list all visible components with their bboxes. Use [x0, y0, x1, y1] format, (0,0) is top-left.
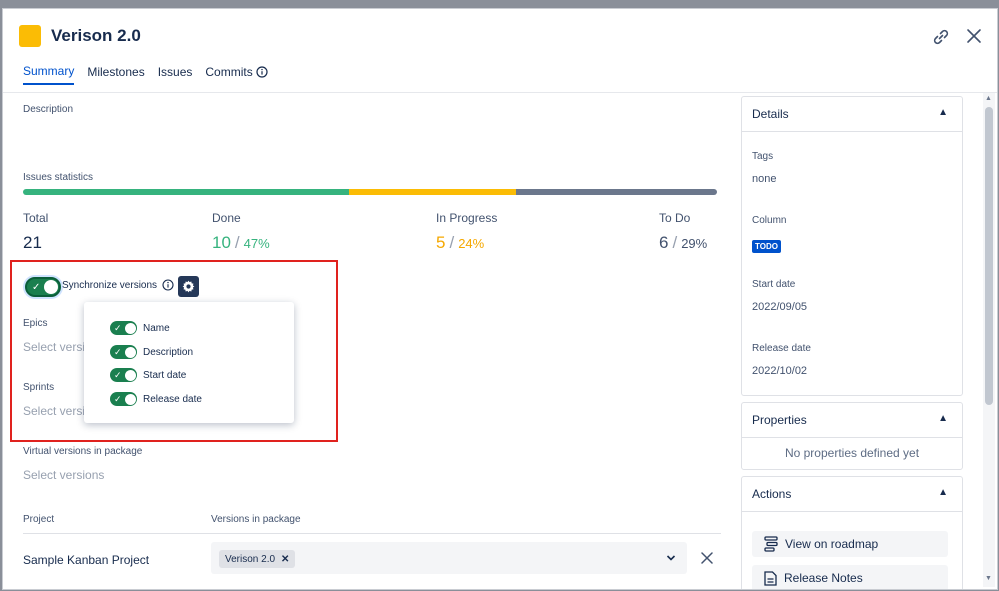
- actions-panel: Actions ▲ View on roadmap Release Notes: [741, 476, 963, 589]
- version-chip: Verison 2.0 ✕: [219, 550, 296, 568]
- tags-value: none: [752, 173, 777, 185]
- total-label: Total: [23, 211, 49, 225]
- done-value: 10/47%: [212, 233, 270, 252]
- description-label: Description: [23, 104, 74, 115]
- done-label: Done: [212, 211, 241, 225]
- table-row-project: Sample Kanban Project: [23, 553, 150, 567]
- bar-todo-segment: [515, 189, 717, 195]
- release-notes-button[interactable]: Release Notes: [752, 565, 948, 589]
- details-panel: Details ▲ Tags none Column TODO Start da…: [741, 96, 963, 396]
- info-icon[interactable]: [256, 66, 268, 78]
- version-icon: [19, 25, 41, 47]
- tags-label: Tags: [752, 151, 774, 162]
- in-progress-value: 5/24%: [436, 233, 485, 252]
- chip-remove-icon[interactable]: ✕: [281, 554, 289, 565]
- view-on-roadmap-button[interactable]: View on roadmap: [752, 531, 948, 557]
- release-date-value: 2022/10/02: [752, 365, 808, 377]
- tab-summary[interactable]: Summary: [23, 64, 75, 85]
- virtual-versions-label: Virtual versions in package: [23, 446, 143, 457]
- table-divider: [23, 533, 721, 534]
- issues-statistics-label: Issues statistics: [23, 172, 94, 183]
- roadmap-icon: [764, 536, 778, 552]
- tab-milestones[interactable]: Milestones: [87, 64, 144, 85]
- close-icon[interactable]: [964, 26, 984, 46]
- chevron-up-icon[interactable]: ▲: [938, 487, 948, 498]
- highlight-box: [10, 260, 338, 442]
- chevron-up-icon[interactable]: ▲: [938, 413, 948, 424]
- virtual-versions-select[interactable]: Select versions: [23, 468, 104, 482]
- link-icon[interactable]: [931, 27, 951, 47]
- tab-bar: Summary Milestones Issues Commits: [23, 64, 281, 85]
- issues-progress-bar: [23, 189, 717, 195]
- scroll-down-icon[interactable]: ▼: [985, 575, 992, 582]
- project-column-header: Project: [23, 514, 55, 525]
- todo-label: To Do: [659, 211, 691, 225]
- scroll-up-icon[interactable]: ▲: [985, 95, 992, 102]
- page-title: Verison 2.0: [51, 26, 141, 45]
- bar-done-segment: [23, 189, 350, 195]
- panel-divider: [742, 511, 962, 512]
- panel-divider: [742, 437, 962, 438]
- total-value: 21: [23, 233, 42, 252]
- details-title: Details: [752, 107, 789, 121]
- chevron-down-icon[interactable]: [666, 554, 676, 562]
- tab-commits[interactable]: Commits: [205, 64, 268, 85]
- scrollbar-thumb[interactable]: [985, 107, 993, 405]
- in-progress-label: In Progress: [436, 211, 498, 225]
- column-value: TODO: [752, 236, 781, 254]
- versions-column-header: Versions in package: [211, 514, 301, 525]
- tab-issues[interactable]: Issues: [158, 64, 193, 85]
- panel-divider: [742, 131, 962, 132]
- remove-row-icon[interactable]: [701, 552, 713, 564]
- status-badge: TODO: [752, 240, 781, 253]
- bar-in-progress-segment: [349, 189, 516, 195]
- actions-title: Actions: [752, 487, 792, 501]
- tabs-divider: [3, 92, 997, 93]
- version-dialog: Verison 2.0 Summary Milestones Issues Co…: [2, 8, 998, 590]
- column-label: Column: [752, 215, 787, 226]
- release-date-label: Release date: [752, 343, 811, 354]
- start-date-value: 2022/09/05: [752, 301, 808, 313]
- todo-value: 6/29%: [659, 233, 708, 252]
- start-date-label: Start date: [752, 279, 796, 290]
- properties-title: Properties: [752, 413, 807, 427]
- properties-panel: Properties ▲ No properties defined yet: [741, 402, 963, 470]
- properties-empty-text: No properties defined yet: [784, 446, 920, 460]
- document-icon: [764, 570, 777, 586]
- chevron-up-icon[interactable]: ▲: [938, 107, 948, 118]
